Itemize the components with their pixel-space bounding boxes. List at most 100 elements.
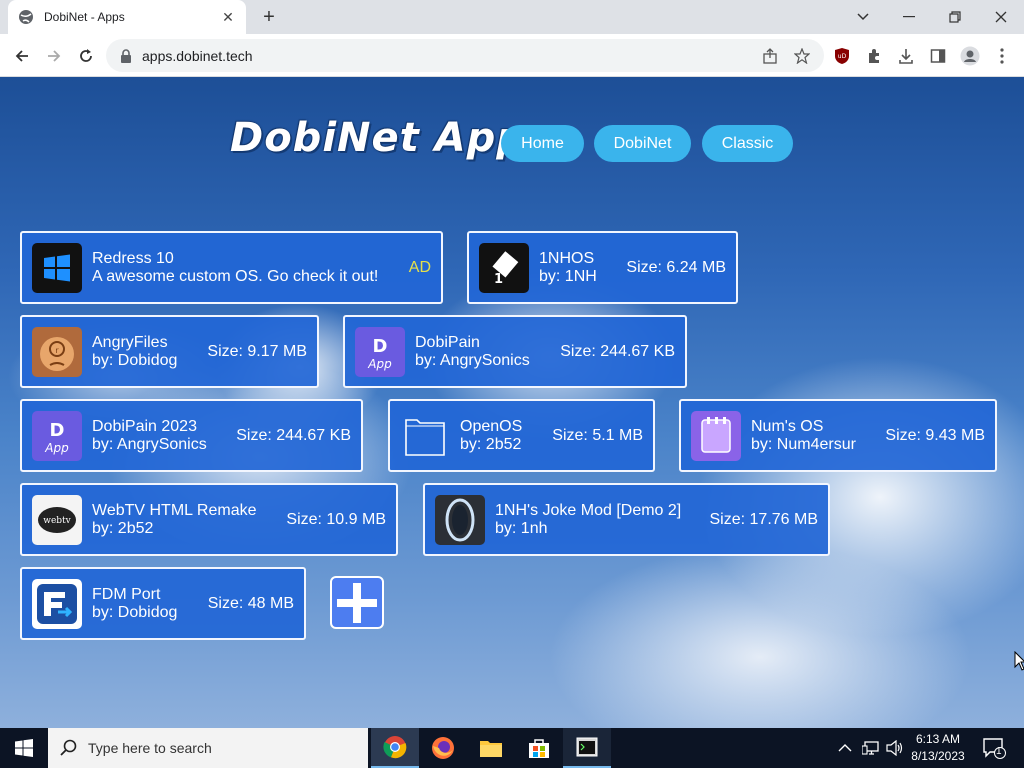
browser-tab[interactable]: DobiNet - Apps ✕ [8, 0, 246, 34]
app-card-webtv[interactable]: webtv WebTV HTML Remake by: 2b52 Size: 1… [20, 483, 398, 556]
app-card-angryfiles[interactable]: r AngryFiles by: Dobidog Size: 9.17 MB [20, 315, 319, 388]
app-name: AngryFiles [92, 333, 168, 351]
firefox-icon [432, 737, 454, 759]
network-icon[interactable] [862, 728, 880, 768]
nav-dobinet-button[interactable]: DobiNet [594, 125, 691, 162]
app-card-fdm-port[interactable]: FDM Port by: Dobidog Size: 48 MB [20, 567, 306, 640]
windows-taskbar: Type here to search 6:13 AM 8/13/2023 1 [0, 728, 1024, 768]
webtv-icon: webtv [32, 494, 82, 545]
nav-home-button[interactable]: Home [501, 125, 584, 162]
back-button[interactable] [8, 42, 36, 70]
browser-toolbar: apps.dobinet.tech uD [0, 34, 1024, 77]
app-size: Size: 5.1 MB [552, 426, 643, 444]
profile-avatar-icon[interactable] [956, 42, 984, 70]
dobipain-icon: D App [32, 410, 82, 461]
app-size: Size: 9.43 MB [885, 426, 985, 444]
app-description: A awesome custom OS. Go check it out! [92, 267, 379, 285]
clock-date: 8/13/2023 [911, 749, 965, 763]
app-author: by: Dobidog [92, 351, 178, 369]
volume-icon[interactable] [886, 728, 904, 768]
app-size: Size: 244.67 KB [236, 426, 351, 444]
share-icon[interactable] [756, 42, 784, 70]
tab-search-icon[interactable] [840, 0, 886, 34]
svg-text:webtv: webtv [43, 516, 71, 526]
numsos-icon [691, 410, 741, 461]
ad-badge: AD [408, 258, 431, 276]
windows-icon [32, 242, 82, 293]
app-card-dobipain-2023[interactable]: D App DobiPain 2023 by: AngrySonics Size:… [20, 399, 363, 472]
app-author: by: Num4ersur [751, 435, 856, 453]
taskbar-terminal[interactable] [563, 728, 611, 768]
fdm-icon [32, 578, 82, 629]
app-name: 1NH's Joke Mod [Demo 2] [495, 501, 682, 519]
nav-classic-button[interactable]: Classic [702, 125, 793, 162]
url-text: apps.dobinet.tech [142, 47, 253, 64]
close-window-button[interactable] [978, 0, 1024, 34]
app-author: by: AngrySonics [92, 435, 207, 453]
app-name: Num's OS [751, 417, 824, 435]
svg-text:uD: uD [838, 53, 847, 60]
taskbar-search-box[interactable]: Type here to search [48, 728, 368, 768]
app-card-openos[interactable]: OpenOS by: 2b52 Size: 5.1 MB [388, 399, 655, 472]
taskbar-chrome[interactable] [371, 728, 419, 768]
start-button[interactable] [0, 728, 48, 768]
taskbar-firefox[interactable] [419, 728, 467, 768]
forward-arrow-icon [48, 50, 61, 62]
svg-text:D: D [373, 336, 388, 357]
folder-icon [400, 411, 450, 461]
address-bar[interactable]: apps.dobinet.tech [106, 39, 824, 72]
new-tab-button[interactable]: + [258, 6, 280, 28]
globe-icon [19, 10, 33, 24]
svg-text:D: D [50, 420, 65, 441]
tab-title: DobiNet - Apps [44, 10, 125, 24]
extensions-icon[interactable] [860, 42, 888, 70]
app-size: Size: 9.17 MB [207, 342, 307, 360]
app-name: FDM Port [92, 585, 161, 603]
add-app-button[interactable] [330, 576, 384, 629]
tray-overflow-icon[interactable] [838, 728, 852, 768]
taskbar-clock[interactable]: 6:13 AM 8/13/2023 [906, 731, 970, 765]
taskbar-file-explorer[interactable] [467, 728, 515, 768]
taskbar-store[interactable] [515, 728, 563, 768]
app-name: Redress 10 [92, 249, 174, 267]
store-icon [529, 739, 549, 758]
page-content: DobiNet Apps Home DobiNet Classic Redres… [0, 77, 1024, 728]
1nhos-icon: 1 [479, 242, 529, 293]
tab-close-icon[interactable]: ✕ [220, 9, 236, 26]
app-author: by: 1nh [495, 519, 548, 537]
bookmark-star-icon[interactable] [788, 42, 816, 70]
app-author: by: 1NH [539, 267, 597, 285]
angryfiles-icon: r [32, 326, 82, 377]
mouse-cursor-icon [1014, 651, 1024, 671]
restore-button[interactable] [932, 0, 978, 34]
app-size: Size: 48 MB [207, 594, 294, 612]
svg-text:1: 1 [494, 272, 503, 287]
app-author: by: 2b52 [92, 519, 154, 537]
svg-text:App: App [367, 357, 392, 371]
forward-button[interactable] [40, 42, 68, 70]
app-size: Size: 17.76 MB [709, 510, 819, 528]
side-panel-icon[interactable] [924, 42, 952, 70]
app-author: by: AngrySonics [415, 351, 530, 369]
notification-count: 1 [996, 746, 1002, 757]
app-card-redress10[interactable]: Redress 10 A awesome custom OS. Go check… [20, 231, 443, 304]
app-card-numsos[interactable]: Num's OS by: Num4ersur Size: 9.43 MB [679, 399, 997, 472]
reload-button[interactable] [72, 42, 100, 70]
back-arrow-icon [15, 50, 28, 62]
app-card-dobipain[interactable]: D App DobiPain by: AngrySonics Size: 244.… [343, 315, 687, 388]
menu-kebab-icon[interactable] [988, 42, 1016, 70]
app-card-1nhos[interactable]: 1 1NHOS by: 1NH Size: 6.24 MB [467, 231, 738, 304]
browser-tabstrip: DobiNet - Apps ✕ + [0, 0, 1024, 34]
minimize-button[interactable] [886, 0, 932, 34]
app-name: DobiPain [415, 333, 480, 351]
download-icon[interactable] [892, 42, 920, 70]
ublock-icon[interactable]: uD [828, 42, 856, 70]
notification-center-icon[interactable]: 1 [982, 728, 1006, 768]
terminal-icon [576, 737, 598, 757]
folder-icon [480, 741, 502, 757]
dobipain-icon: D App [355, 326, 405, 377]
reload-icon [80, 49, 92, 62]
clock-time: 6:13 AM [915, 732, 961, 746]
app-name: DobiPain 2023 [92, 417, 197, 435]
app-card-1nh-joke-mod[interactable]: 1NH's Joke Mod [Demo 2] by: 1nh Size: 17… [423, 483, 830, 556]
